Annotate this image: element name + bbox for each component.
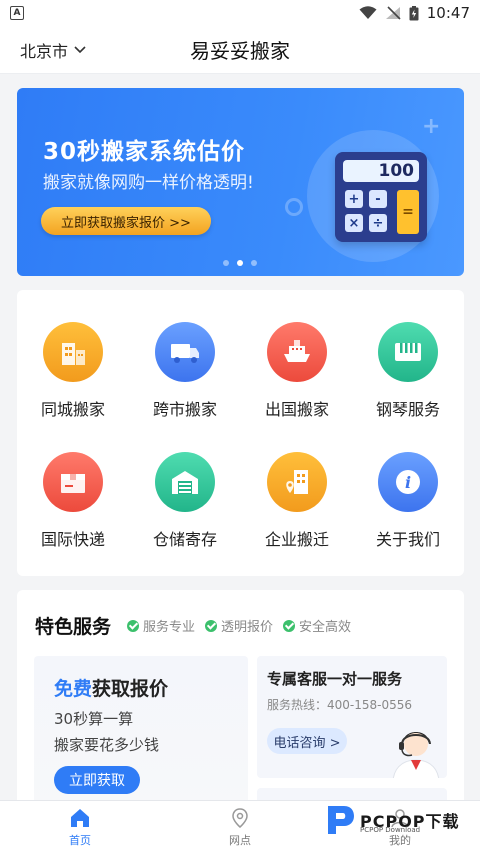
- no-signal-icon: [385, 6, 401, 20]
- promo-banner[interactable]: + 30秒搬家系统估价 搬家就像网购一样价格透明! 立即获取搬家报价 >> 10…: [17, 88, 464, 276]
- get-quote-now-button[interactable]: 立即获取: [54, 766, 140, 794]
- calc-key-minus: -: [369, 190, 387, 208]
- service-storage[interactable]: 仓储寄存: [129, 452, 241, 562]
- city-selector[interactable]: 北京市: [20, 38, 86, 62]
- pagination-dot[interactable]: [223, 260, 229, 266]
- package-icon: [43, 452, 103, 512]
- chevron-down-icon: [74, 46, 86, 54]
- service-hotline: 服务热线：400-158-0556: [267, 698, 413, 712]
- quote-line-2: 搬家要花多少钱: [54, 736, 160, 754]
- pagination-dot[interactable]: [251, 260, 257, 266]
- svg-text:i: i: [405, 473, 411, 492]
- tag-label: 服务专业: [143, 620, 196, 635]
- app-notification-icon: A: [10, 6, 24, 20]
- service-panel-title: 专属客服一对一服务: [267, 670, 403, 688]
- battery-charging-icon: [409, 5, 419, 20]
- customer-service-panel: 专属客服一对一服务 服务热线：400-158-0556 电话咨询 >: [257, 656, 447, 778]
- customer-agent-avatar: [392, 732, 440, 778]
- quote-title: 免费获取报价: [54, 674, 168, 701]
- truck-icon: [155, 322, 215, 382]
- tab-home[interactable]: 首页: [40, 807, 120, 848]
- ring-decoration: [285, 198, 303, 216]
- calculator-display: 100: [343, 160, 419, 182]
- pcpop-logo-icon: [328, 806, 354, 834]
- check-icon: [205, 619, 218, 632]
- feature-tag: 安全高效: [283, 616, 351, 635]
- tab-label: 首页: [69, 834, 91, 847]
- tab-outlets[interactable]: 网点: [200, 807, 280, 848]
- ship-icon: [267, 322, 327, 382]
- service-intl-express[interactable]: 国际快递: [17, 452, 129, 562]
- phone-consult-button[interactable]: 电话咨询 >: [267, 728, 347, 754]
- info-icon: i: [378, 452, 438, 512]
- banner-title: 30秒搬家系统估价: [43, 139, 246, 165]
- check-icon: [127, 619, 139, 632]
- service-label: 出国搬家: [264, 400, 329, 419]
- calc-key-multiply: ×: [345, 214, 363, 232]
- calculator-icon: 100 + - × ÷ =: [335, 152, 427, 242]
- calc-key-plus: +: [345, 190, 363, 208]
- status-bar: A 10:47: [0, 0, 480, 26]
- feature-tag: 透明报价: [205, 616, 273, 635]
- service-office-relocation[interactable]: 企业搬迁: [241, 452, 353, 562]
- service-label: 企业搬迁: [264, 530, 329, 549]
- city-label: 北京市: [20, 42, 69, 61]
- clock: 10:47: [426, 4, 470, 22]
- page-title: 易妥妥搬家: [190, 39, 290, 63]
- watermark-subtext: PCPOP Download: [360, 826, 421, 834]
- service-label: 跨市搬家: [152, 400, 217, 419]
- feature-tags: 服务专业 透明报价 安全高效: [127, 616, 351, 635]
- office-location-icon: [267, 452, 327, 512]
- quote-line-1: 30秒算一算: [54, 710, 134, 728]
- plus-decoration-icon: +: [422, 114, 441, 139]
- service-piano[interactable]: 钢琴服务: [352, 322, 464, 432]
- service-label: 国际快递: [40, 530, 105, 549]
- check-icon: [283, 619, 296, 632]
- tag-label: 透明报价: [221, 620, 274, 635]
- service-label: 仓储寄存: [152, 530, 217, 549]
- featured-title: 特色服务: [35, 616, 112, 638]
- wifi-icon: [359, 6, 377, 19]
- tab-label: 网点: [229, 834, 251, 847]
- piano-icon: [378, 322, 438, 382]
- service-grid: 同城搬家 跨市搬家 出国搬家 钢琴服务 国际快递 仓储寄存 企业搬迁 i 关于我…: [17, 290, 464, 576]
- service-intercity-move[interactable]: 跨市搬家: [129, 322, 241, 432]
- location-pin-icon: [232, 808, 248, 828]
- calc-key-equals: =: [397, 190, 419, 234]
- service-label: 钢琴服务: [375, 400, 440, 419]
- featured-services-card: 特色服务 服务专业 透明报价 安全高效 免费获取报价 30秒算一算 搬家要花多少…: [17, 590, 464, 810]
- home-icon: [71, 809, 89, 827]
- get-moving-quote-button[interactable]: 立即获取搬家报价 >>: [41, 207, 211, 235]
- buildings-icon: [43, 322, 103, 382]
- quote-title-highlight: 免费: [54, 678, 93, 700]
- service-about-us[interactable]: i 关于我们: [352, 452, 464, 562]
- banner-pagination: [223, 260, 257, 266]
- service-label: 同城搬家: [40, 400, 105, 419]
- service-overseas-move[interactable]: 出国搬家: [241, 322, 353, 432]
- service-local-move[interactable]: 同城搬家: [17, 322, 129, 432]
- calc-key-divide: ÷: [369, 214, 387, 232]
- warehouse-icon: [155, 452, 215, 512]
- pcpop-watermark: PCPOP下载 PCPOP Download: [324, 802, 460, 838]
- quote-title-rest: 获取报价: [92, 678, 169, 700]
- banner-subtitle: 搬家就像网购一样价格透明!: [43, 173, 254, 193]
- app-header: 北京市 易妥妥搬家: [0, 26, 480, 74]
- free-quote-panel[interactable]: 免费获取报价 30秒算一算 搬家要花多少钱 立即获取: [34, 656, 248, 810]
- service-label: 关于我们: [375, 530, 440, 549]
- tag-label: 安全高效: [299, 620, 352, 635]
- pagination-dot-active[interactable]: [237, 260, 243, 266]
- feature-tag: 服务专业: [127, 616, 195, 635]
